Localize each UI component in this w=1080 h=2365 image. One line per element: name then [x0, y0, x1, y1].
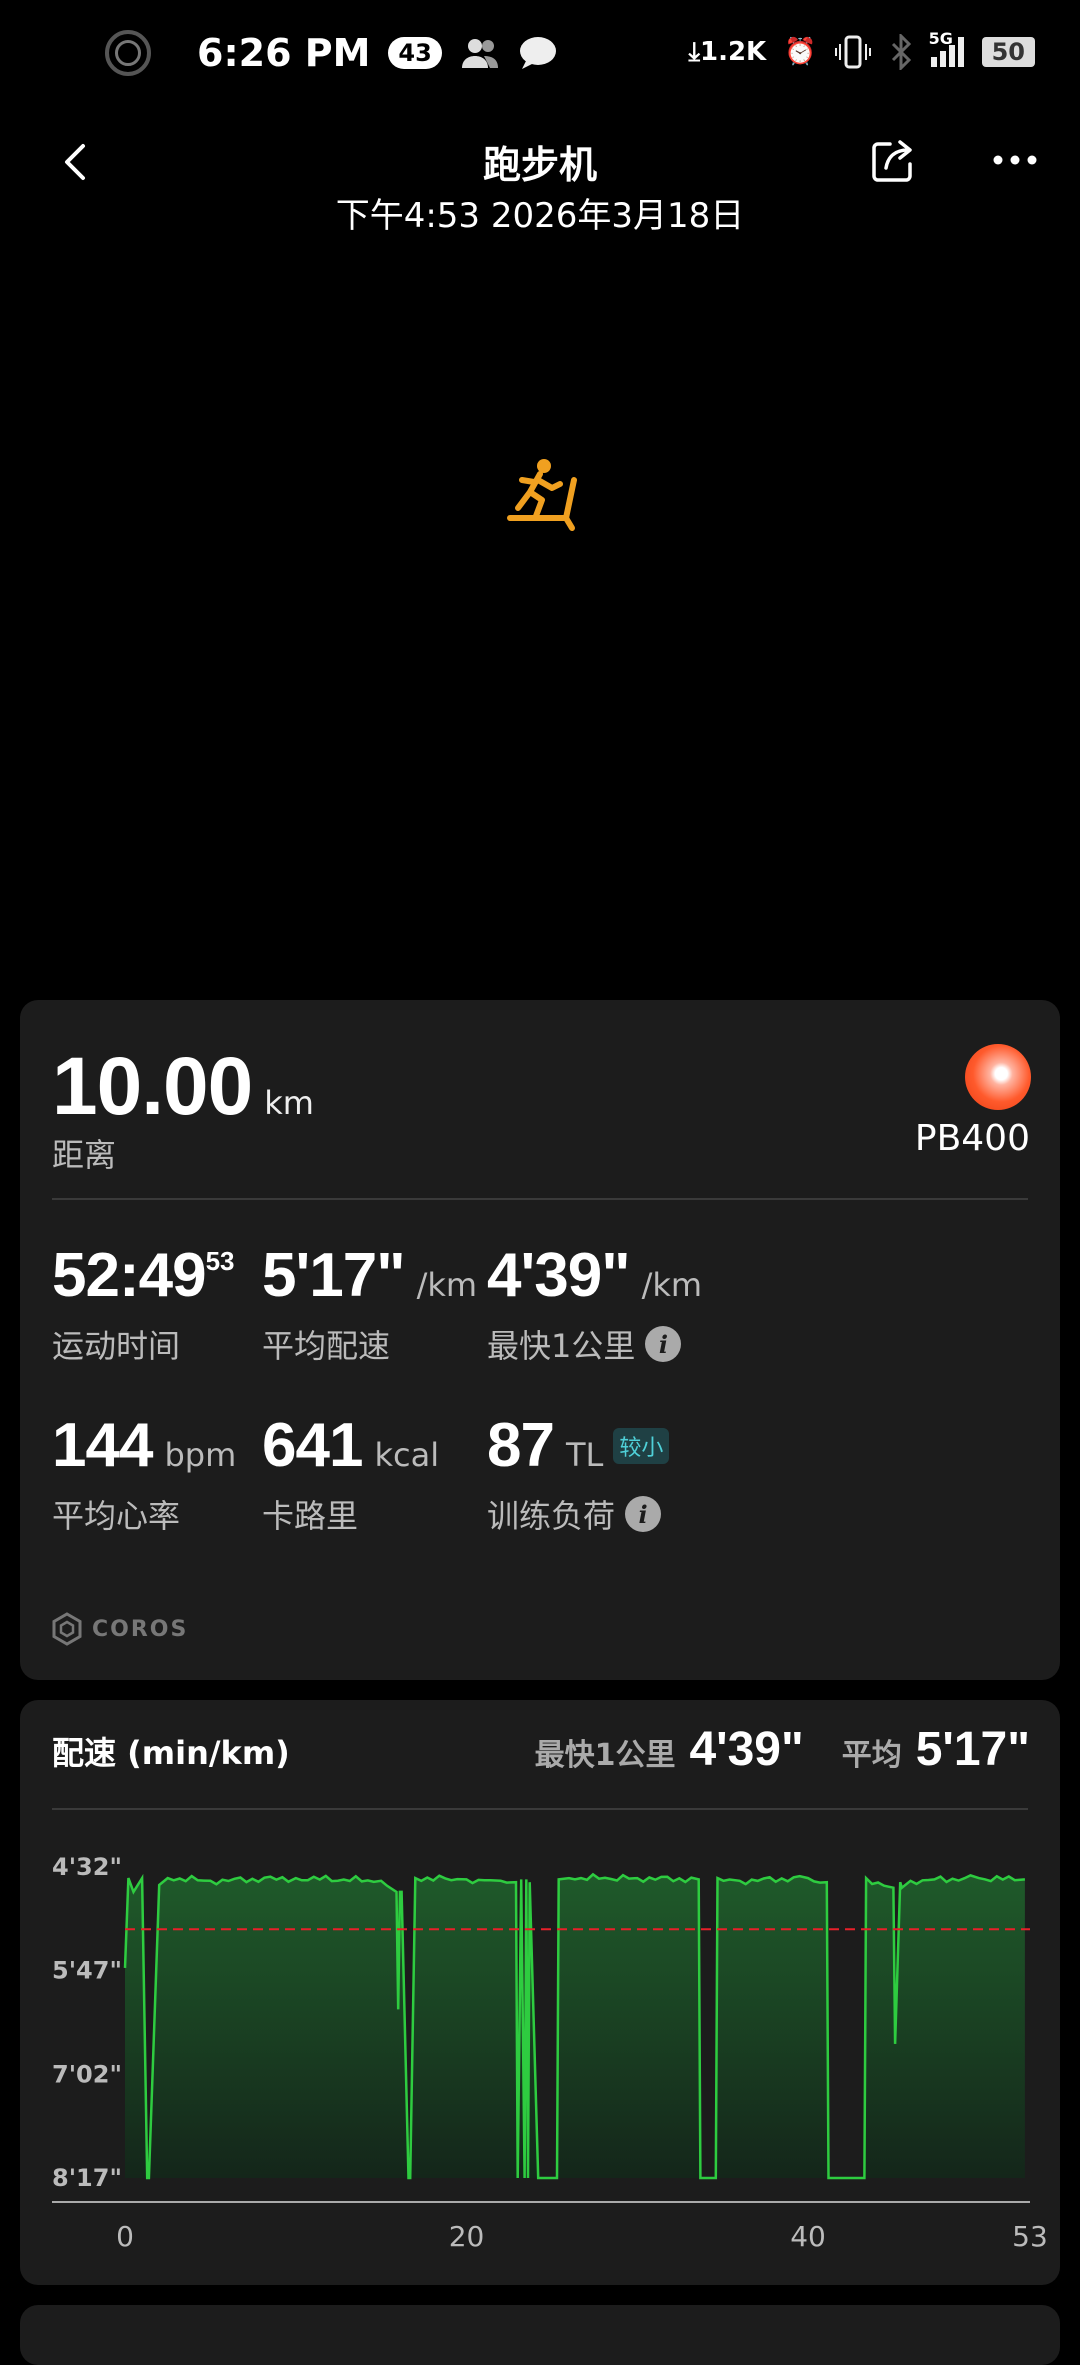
- stat-label: 训练负荷: [487, 1497, 616, 1535]
- stat-label: 平均配速: [262, 1327, 391, 1365]
- load-level-tag: 较小: [613, 1427, 670, 1464]
- y-tick-label: 8'17": [52, 2164, 122, 2192]
- record-icon: [105, 30, 151, 76]
- x-tick-label: 40: [790, 2220, 826, 2253]
- stat-2: 4'39" /km 最快1公里 i: [487, 1240, 702, 1367]
- summary-card: 10.00 km 距离 PB400 52:49 53 运动时间 5'17" /km 平均配…: [20, 1000, 1060, 1680]
- contacts-icon: [461, 39, 498, 68]
- info-icon[interactable]: i: [625, 1496, 662, 1532]
- status-bar: 6:26 PM 43 ⤓1.2K ⏰ 5G 50: [0, 0, 1080, 120]
- stat-unit: /km: [641, 1266, 703, 1304]
- activity-dial: [297, 240, 784, 736]
- distance-metric: 10.00 km: [52, 1040, 314, 1134]
- coros-logo: COROS: [50, 1612, 188, 1646]
- stat-4: 641 kcal 卡路里: [262, 1410, 439, 1537]
- pace-area: [125, 1874, 1025, 2178]
- stat-unit: /km: [416, 1266, 478, 1304]
- y-tick-label: 7'02": [52, 2060, 122, 2088]
- y-tick-label: 5'47": [52, 1957, 122, 1985]
- dial-ray: [508, 309, 531, 376]
- dial-ray: [504, 633, 529, 722]
- stat-value-fraction: 53: [205, 1246, 235, 1276]
- treadmill-icon: [507, 459, 577, 531]
- x-tick-label: 0: [116, 2220, 134, 2253]
- status-time: 6:26 PM: [197, 31, 371, 75]
- stat-0: 52:49 53 运动时间: [52, 1240, 235, 1367]
- stat-value: 52:49: [52, 1241, 207, 1310]
- distance-value: 10.00: [52, 1041, 253, 1132]
- bluetooth-icon: [891, 34, 911, 70]
- stat-unit: bpm: [164, 1436, 237, 1474]
- app-header: 跑步机 下午4:53 2026年3月18日: [0, 120, 1080, 240]
- stat-label: 平均心率: [52, 1497, 181, 1535]
- stat-value: 144: [52, 1411, 153, 1480]
- stat-5: 87 TL 较小训练负荷 i: [487, 1410, 670, 1537]
- vibrate-icon: [834, 35, 871, 69]
- stat-1: 5'17" /km 平均配速: [262, 1240, 477, 1367]
- pace-chart-card: 配速 (min/km) 最快1公里 4'39" 平均 5'17" 4'32" 5'…: [20, 1700, 1060, 2285]
- pace-chart[interactable]: 4'32" 5'47" 7'02" 8'17" 0 20 40 53: [20, 1700, 1060, 2285]
- stat-value: 5'17": [262, 1241, 406, 1310]
- signal-icon: 5G: [929, 29, 964, 67]
- notification-count-badge: 43: [388, 37, 442, 69]
- x-tick-label: 20: [449, 2220, 485, 2253]
- info-icon[interactable]: i: [645, 1326, 682, 1362]
- stat-value: 641: [262, 1411, 363, 1480]
- y-tick-label: 4'32": [52, 1853, 122, 1881]
- distance-unit: km: [264, 1084, 314, 1122]
- stat-value: 4'39": [487, 1241, 631, 1310]
- stat-label: 运动时间: [52, 1327, 181, 1365]
- battery-indicator: 50: [981, 37, 1035, 67]
- coros-brand-text: COROS: [92, 1616, 189, 1642]
- alarm-icon: ⏰: [784, 37, 817, 67]
- chat-icon: [519, 37, 556, 69]
- download-speed: ⤓1.2K: [688, 36, 767, 67]
- stat-label: 卡路里: [262, 1497, 359, 1535]
- distance-label: 距离: [52, 1136, 117, 1174]
- stat-value: 87: [487, 1411, 555, 1480]
- pb-label[interactable]: PB400: [915, 1118, 1030, 1159]
- stat-label: 最快1公里: [487, 1327, 636, 1365]
- stat-unit: kcal: [374, 1436, 440, 1474]
- dial-ray: [550, 629, 577, 729]
- dial-ray: [342, 509, 420, 533]
- page-title: 跑步机: [482, 143, 597, 187]
- x-tick-label: 53: [1012, 2220, 1048, 2253]
- dial-ray: [671, 510, 773, 538]
- dial-ray: [360, 469, 422, 491]
- dial-ray: [662, 461, 784, 491]
- divider: [52, 1198, 1028, 1200]
- stat-unit: TL: [565, 1436, 604, 1474]
- dial-ray: [550, 240, 581, 369]
- pb-medal-icon[interactable]: [965, 1044, 1031, 1110]
- dial-ray: [566, 305, 598, 382]
- stat-3: 144 bpm 平均心率: [52, 1410, 236, 1537]
- coros-logo-icon: [52, 1612, 82, 1646]
- dial-ray: [569, 629, 600, 702]
- more-icon[interactable]: [990, 140, 1040, 180]
- share-icon[interactable]: [868, 136, 918, 186]
- next-card: [20, 2305, 1060, 2365]
